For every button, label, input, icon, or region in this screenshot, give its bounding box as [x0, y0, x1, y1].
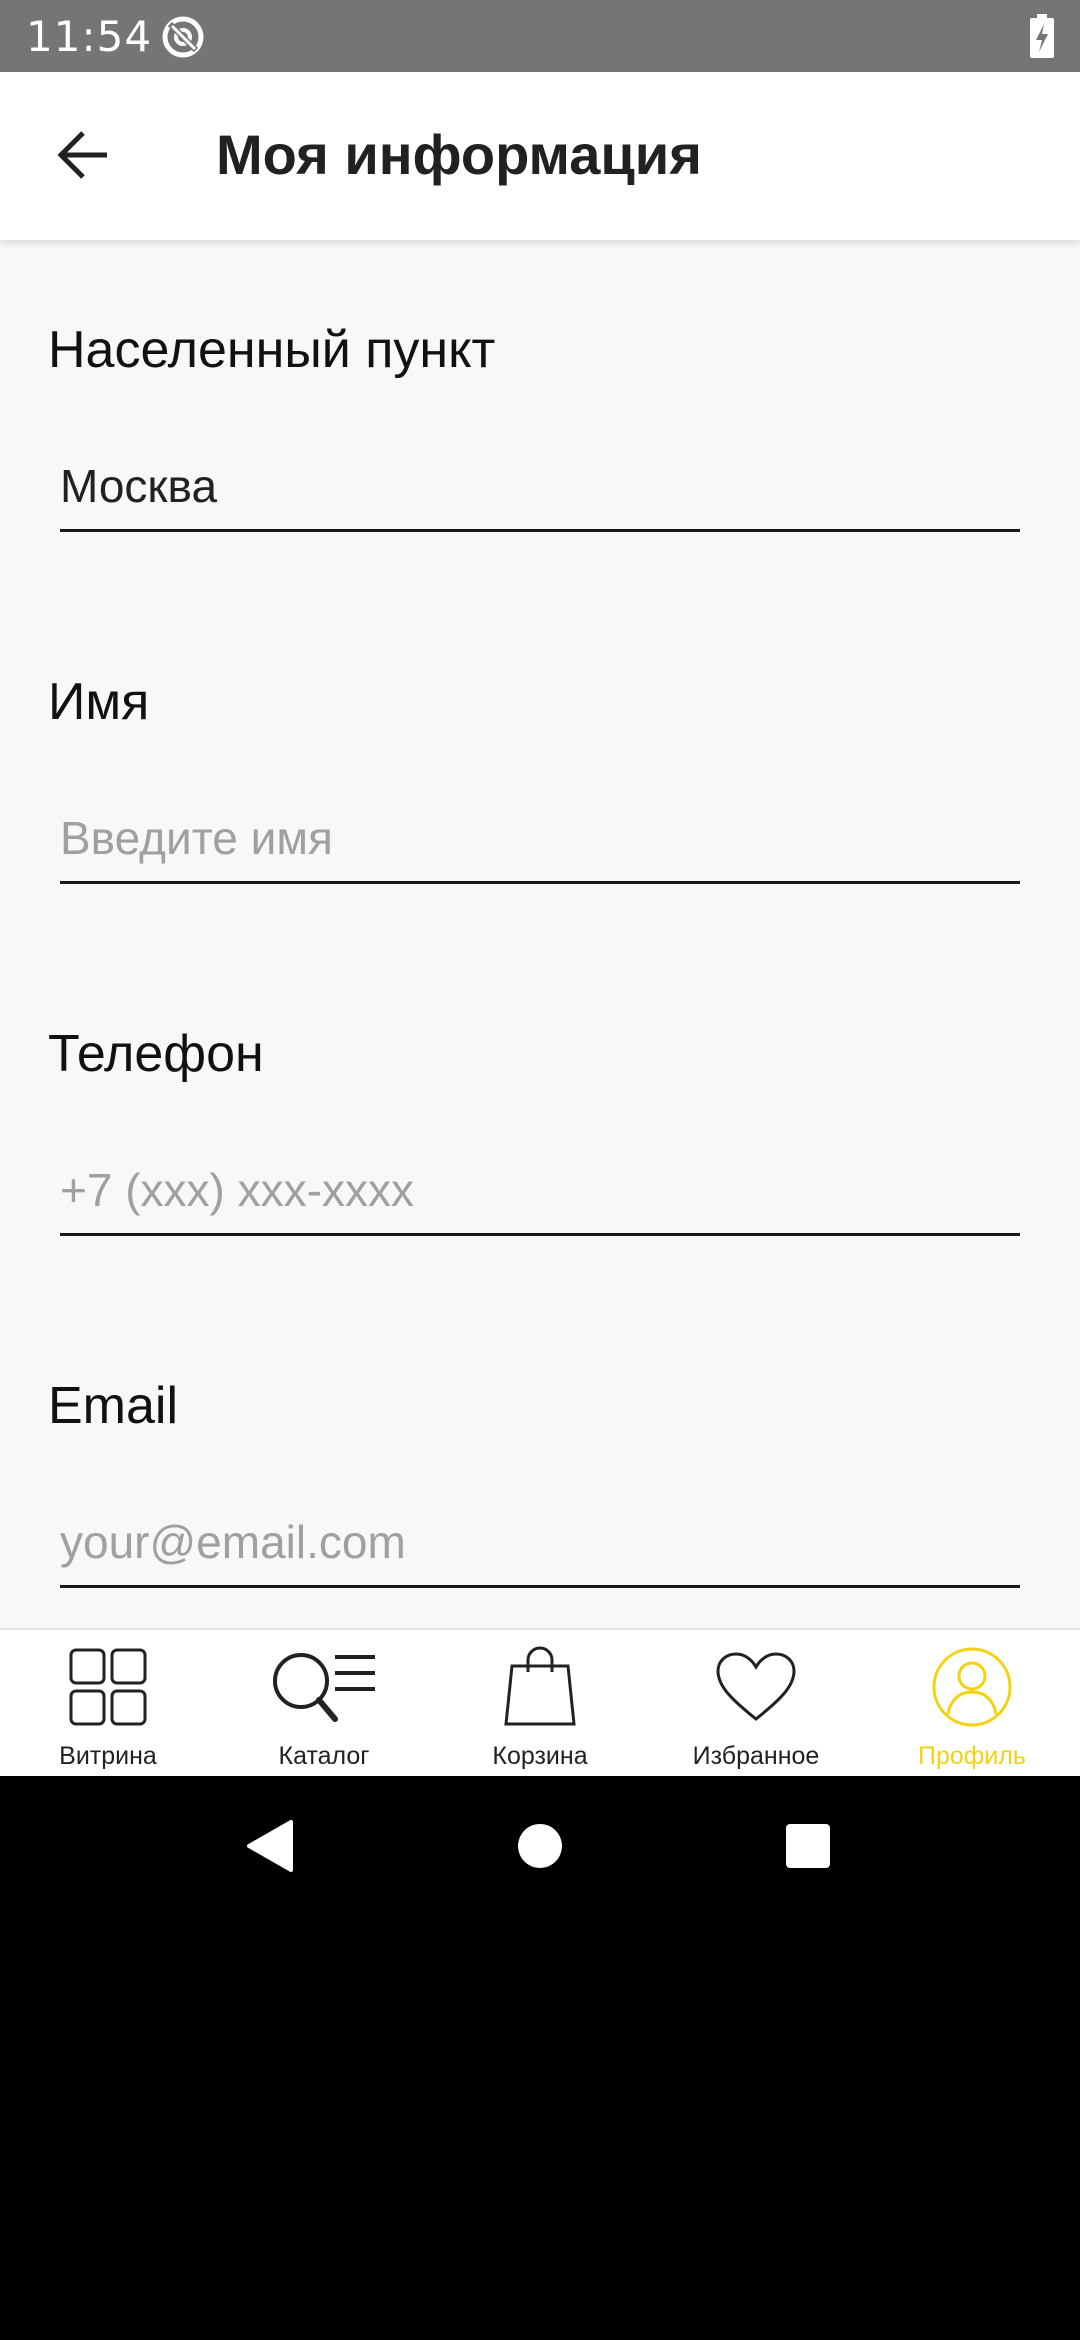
- triangle-back-icon: [245, 1818, 295, 1879]
- nav-item-vitrina[interactable]: Витрина: [0, 1630, 216, 1778]
- heart-icon: [700, 1644, 812, 1730]
- circle-home-icon: [517, 1823, 563, 1874]
- nav-label-cart: Корзина: [492, 1742, 588, 1770]
- nav-label-vitrina: Витрина: [59, 1742, 157, 1770]
- nav-item-profile[interactable]: Профиль: [864, 1630, 1080, 1778]
- search-list-icon: [268, 1644, 380, 1730]
- nav-item-catalog[interactable]: Каталог: [216, 1630, 432, 1778]
- email-label: Email: [48, 1377, 179, 1435]
- back-button[interactable]: [40, 114, 126, 200]
- city-input[interactable]: [60, 442, 1020, 532]
- phone-label: Телефон: [48, 1025, 264, 1083]
- lower-blank-area: [0, 1920, 1080, 2340]
- system-back-button[interactable]: [238, 1816, 302, 1880]
- name-label: Имя: [48, 673, 150, 731]
- system-recents-button[interactable]: [776, 1816, 840, 1880]
- square-recents-icon: [785, 1823, 831, 1874]
- app-bar: Моя информация: [0, 72, 1080, 240]
- nav-label-catalog: Каталог: [278, 1742, 370, 1770]
- grid-icon: [52, 1644, 164, 1730]
- system-nav-bar: [0, 1776, 1080, 1920]
- name-input[interactable]: [60, 794, 1020, 884]
- phone-input[interactable]: [60, 1146, 1020, 1236]
- page-title: Моя информация: [216, 123, 702, 186]
- at-sign-icon: [160, 14, 206, 60]
- nav-item-cart[interactable]: Корзина: [432, 1630, 648, 1778]
- nav-item-favorites[interactable]: Избранное: [648, 1630, 864, 1778]
- status-bar: 11:54: [0, 0, 1080, 72]
- arrow-left-icon: [55, 127, 111, 188]
- shopping-bag-icon: [484, 1644, 596, 1730]
- system-home-button[interactable]: [508, 1816, 572, 1880]
- battery-charging-icon: [1028, 14, 1056, 60]
- email-input[interactable]: [60, 1498, 1020, 1588]
- profile-icon: [916, 1644, 1028, 1730]
- nav-label-profile: Профиль: [918, 1742, 1026, 1770]
- profile-form: Населенный пункт Имя Телефон Email: [0, 240, 1080, 1628]
- status-time: 11:54: [26, 12, 153, 61]
- city-label: Населенный пункт: [48, 321, 496, 379]
- nav-label-favorites: Избранное: [692, 1742, 820, 1770]
- bottom-nav: Витрина Каталог Корзина Избранное Профил…: [0, 1628, 1080, 1776]
